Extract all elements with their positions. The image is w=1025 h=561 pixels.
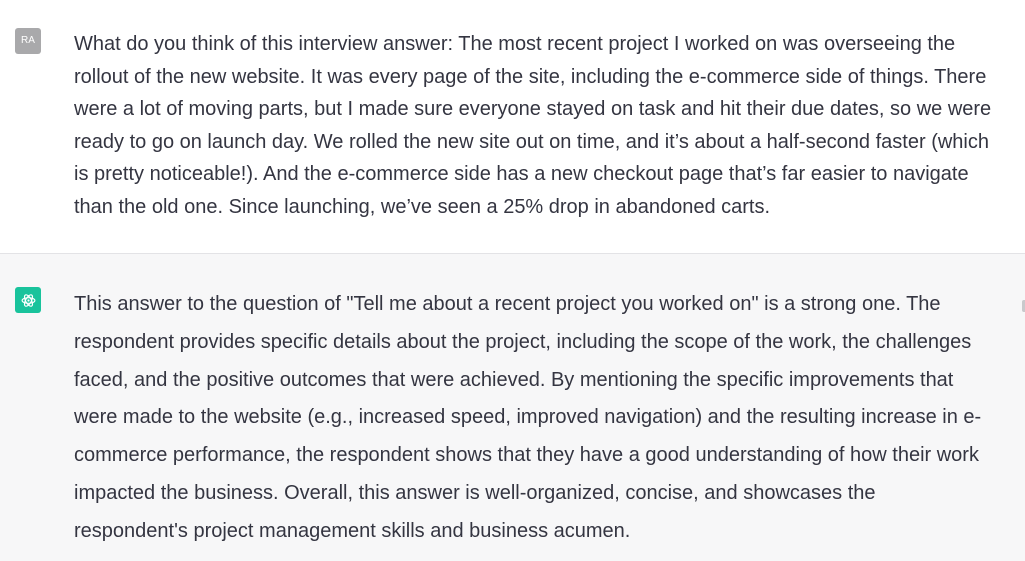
user-message-text: What do you think of this interview answ… — [74, 33, 992, 218]
user-avatar: RA — [15, 28, 41, 54]
assistant-avatar — [15, 287, 41, 313]
user-message: RA What do you think of this interview a… — [0, 0, 1025, 253]
assistant-message: This answer to the question of "Tell me … — [0, 254, 1025, 561]
openai-logo-icon — [21, 293, 35, 307]
assistant-message-text: This answer to the question of "Tell me … — [74, 293, 982, 542]
